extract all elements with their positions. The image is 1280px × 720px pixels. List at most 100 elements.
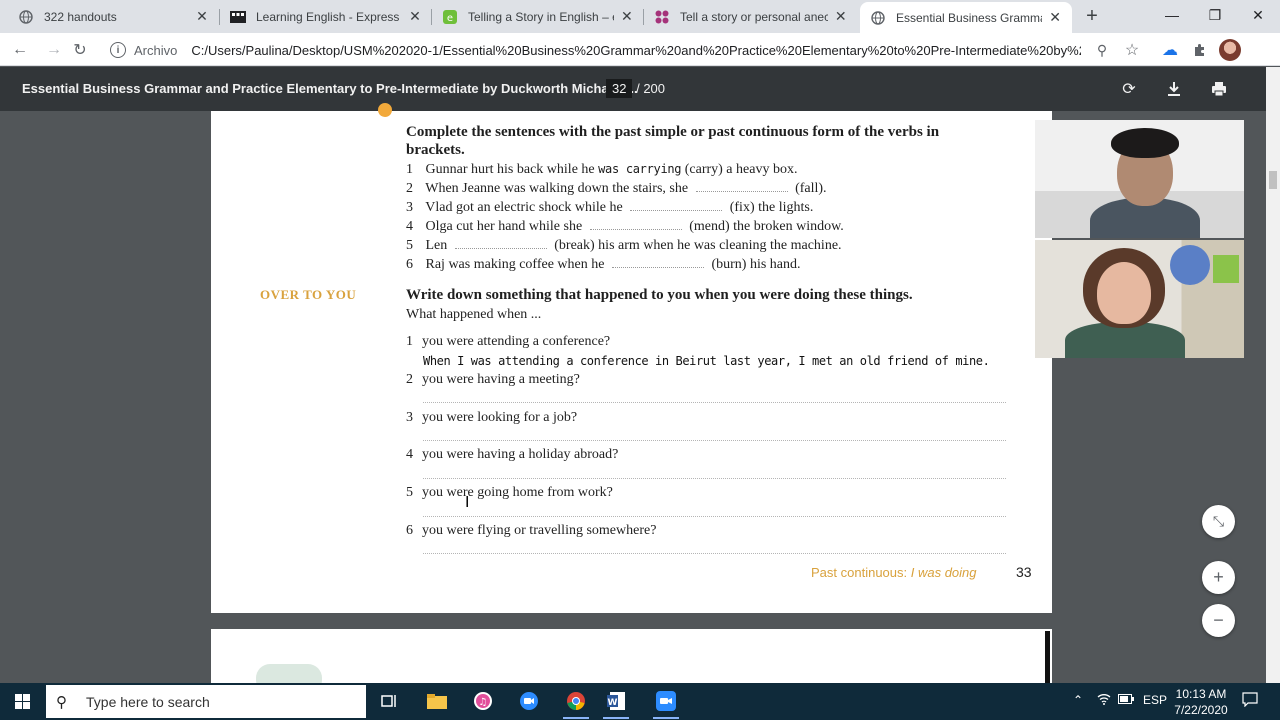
close-icon[interactable]: ✕: [408, 8, 422, 25]
word-icon[interactable]: W: [603, 689, 629, 719]
search-placeholder: Type here to search: [86, 693, 210, 710]
windows-taskbar: ⚲ Type here to search ♫ W ⌃ ESP 10:13 AM…: [0, 683, 1280, 720]
cloud-extension-icon[interactable]: ☁: [1158, 38, 1182, 62]
close-icon[interactable]: ✕: [194, 8, 210, 25]
e-site-icon: e: [442, 9, 458, 25]
tab-title: Tell a story or personal anecdo: [680, 9, 828, 24]
page-number: 33: [1016, 564, 1032, 580]
print-icon[interactable]: [1208, 78, 1230, 100]
wifi-icon[interactable]: [1097, 693, 1111, 708]
maximize-icon[interactable]: ❐: [1193, 0, 1237, 30]
exercise-item: 1 Gunnar hurt his back while he was carr…: [406, 162, 798, 177]
pdf-next-page: [211, 629, 1052, 694]
zoom-meeting-window-icon[interactable]: [653, 689, 679, 719]
back-arrow-icon[interactable]: ←: [8, 38, 32, 62]
video-tile-participant-2[interactable]: [1035, 240, 1244, 358]
chrome-icon[interactable]: [563, 689, 589, 719]
answer-blank[interactable]: [630, 201, 723, 211]
section-marker-icon: [378, 103, 392, 117]
fit-to-page-icon[interactable]: ⤡: [1202, 505, 1235, 538]
pdf-document-title: Essential Business Grammar and Practice …: [22, 81, 638, 96]
taskbar-search-input[interactable]: ⚲ Type here to search: [46, 685, 366, 718]
handwritten-answer: was carrying: [598, 162, 682, 176]
zoom-magnifier-icon[interactable]: ⚲: [1090, 38, 1114, 62]
grid-app-icon: [654, 9, 670, 25]
answer-blank[interactable]: [611, 258, 704, 268]
exercise-item: 3 Vlad got an electric shock while he (f…: [406, 200, 814, 215]
itunes-icon[interactable]: ♫: [470, 689, 496, 713]
address-bar[interactable]: i Archivo C:/Users/Paulina/Desktop/USM%2…: [104, 36, 1154, 64]
system-clock[interactable]: 10:13 AM 7/22/2020: [1174, 686, 1228, 718]
exercise2-item: 6 you were flying or travelling somewhere…: [406, 523, 657, 538]
extensions-puzzle-icon[interactable]: [1188, 38, 1212, 62]
exercise2-instruction: Write down something that happened to yo…: [406, 287, 913, 303]
answer-line[interactable]: [423, 516, 1006, 517]
tab-learning-english[interactable]: Learning English - Express Eng ✕: [220, 0, 432, 33]
tab-title: Telling a Story in English – eng: [468, 9, 614, 24]
window-close-icon[interactable]: ✕: [1236, 0, 1280, 30]
profile-avatar[interactable]: [1219, 39, 1241, 61]
notifications-icon[interactable]: [1242, 691, 1258, 710]
answer-blank[interactable]: [589, 220, 682, 230]
exercise2-item: 2 you were having a meeting?: [406, 372, 580, 387]
search-icon: ⚲: [56, 693, 67, 711]
file-explorer-icon[interactable]: [424, 689, 450, 713]
zoom-out-icon[interactable]: −: [1202, 604, 1235, 637]
zoom-meetings-icon[interactable]: [516, 689, 542, 713]
video-tile-participant-1[interactable]: [1035, 120, 1244, 238]
pdf-page: Complete the sentences with the past sim…: [211, 103, 1052, 613]
tray-chevron-icon[interactable]: ⌃: [1073, 693, 1083, 707]
pdf-toolbar: Essential Business Grammar and Practice …: [0, 67, 1266, 111]
tab-telling-a-story[interactable]: e Telling a Story in English – eng ✕: [432, 0, 644, 33]
tab-title: Learning English - Express Eng: [256, 9, 402, 24]
scrollbar-thumb[interactable]: [1269, 171, 1277, 189]
page-total: / 200: [636, 81, 666, 96]
address-scheme-label: Archivo: [134, 42, 178, 58]
exercise-instruction: Complete the sentences with the past sim…: [406, 124, 940, 158]
svg-text:W: W: [608, 698, 618, 708]
tab-tell-a-story[interactable]: Tell a story or personal anecdo ✕: [644, 0, 858, 33]
exercise2-item: 4 you were having a holiday abroad?: [406, 447, 619, 462]
close-icon[interactable]: ✕: [1048, 9, 1062, 26]
answer-line[interactable]: [423, 553, 1006, 554]
forward-arrow-icon[interactable]: →: [42, 38, 66, 62]
globe-icon: [870, 10, 886, 26]
globe-icon: [18, 9, 34, 25]
info-icon[interactable]: i: [110, 42, 126, 58]
input-language[interactable]: ESP: [1143, 693, 1167, 707]
tab-322-handouts[interactable]: 322 handouts ✕: [8, 0, 220, 33]
answer-blank[interactable]: [454, 239, 547, 249]
address-url[interactable]: C:/Users/Paulina/Desktop/USM%202020-1/Es…: [191, 43, 1081, 58]
close-icon[interactable]: ✕: [834, 8, 848, 25]
rotate-icon[interactable]: ⟳: [1118, 78, 1140, 100]
tab-title: Essential Business Grammar ar: [896, 10, 1042, 25]
page-footer-label: Past continuous: I was doing: [811, 565, 977, 580]
over-to-you-label: OVER TO YOU: [260, 287, 357, 302]
exercise2-item: 3 you were looking for a job?: [406, 410, 578, 425]
exercise2-item: 1 you were attending a conference?: [406, 334, 611, 349]
exercise-item: 5 Len (break) his arm when he was cleani…: [406, 238, 842, 253]
new-tab-button[interactable]: +: [1082, 5, 1102, 27]
answer-line[interactable]: [423, 478, 1006, 479]
minimize-icon[interactable]: —: [1150, 0, 1194, 30]
vertical-scrollbar[interactable]: [1266, 67, 1280, 683]
close-icon[interactable]: ✕: [620, 8, 634, 25]
browser-toolbar: ← → ↻ i Archivo C:/Users/Paulina/Desktop…: [0, 33, 1280, 66]
exercise-item: 4 Olga cut her hand while she (mend) the…: [406, 219, 844, 234]
text-cursor-icon: I: [465, 494, 470, 511]
current-page-input[interactable]: 32: [606, 79, 633, 98]
task-view-icon[interactable]: [377, 689, 403, 713]
exercise2-prompt: What happened when ...: [406, 307, 542, 322]
answer-blank[interactable]: [695, 182, 788, 192]
answer-line[interactable]: [423, 402, 1006, 403]
battery-icon[interactable]: [1118, 693, 1134, 707]
answer-line[interactable]: [423, 440, 1006, 441]
download-icon[interactable]: [1163, 78, 1185, 100]
reload-icon[interactable]: ↻: [68, 38, 92, 62]
handwritten-answer: When I was attending a conference in Bei…: [423, 354, 990, 368]
zoom-in-icon[interactable]: +: [1202, 561, 1235, 594]
pdf-page-indicator: 32 / 200: [606, 79, 666, 98]
tab-essential-business-grammar[interactable]: Essential Business Grammar ar ✕: [860, 2, 1072, 33]
windows-start-icon[interactable]: [0, 683, 44, 720]
bookmark-star-icon[interactable]: ☆: [1120, 38, 1144, 62]
